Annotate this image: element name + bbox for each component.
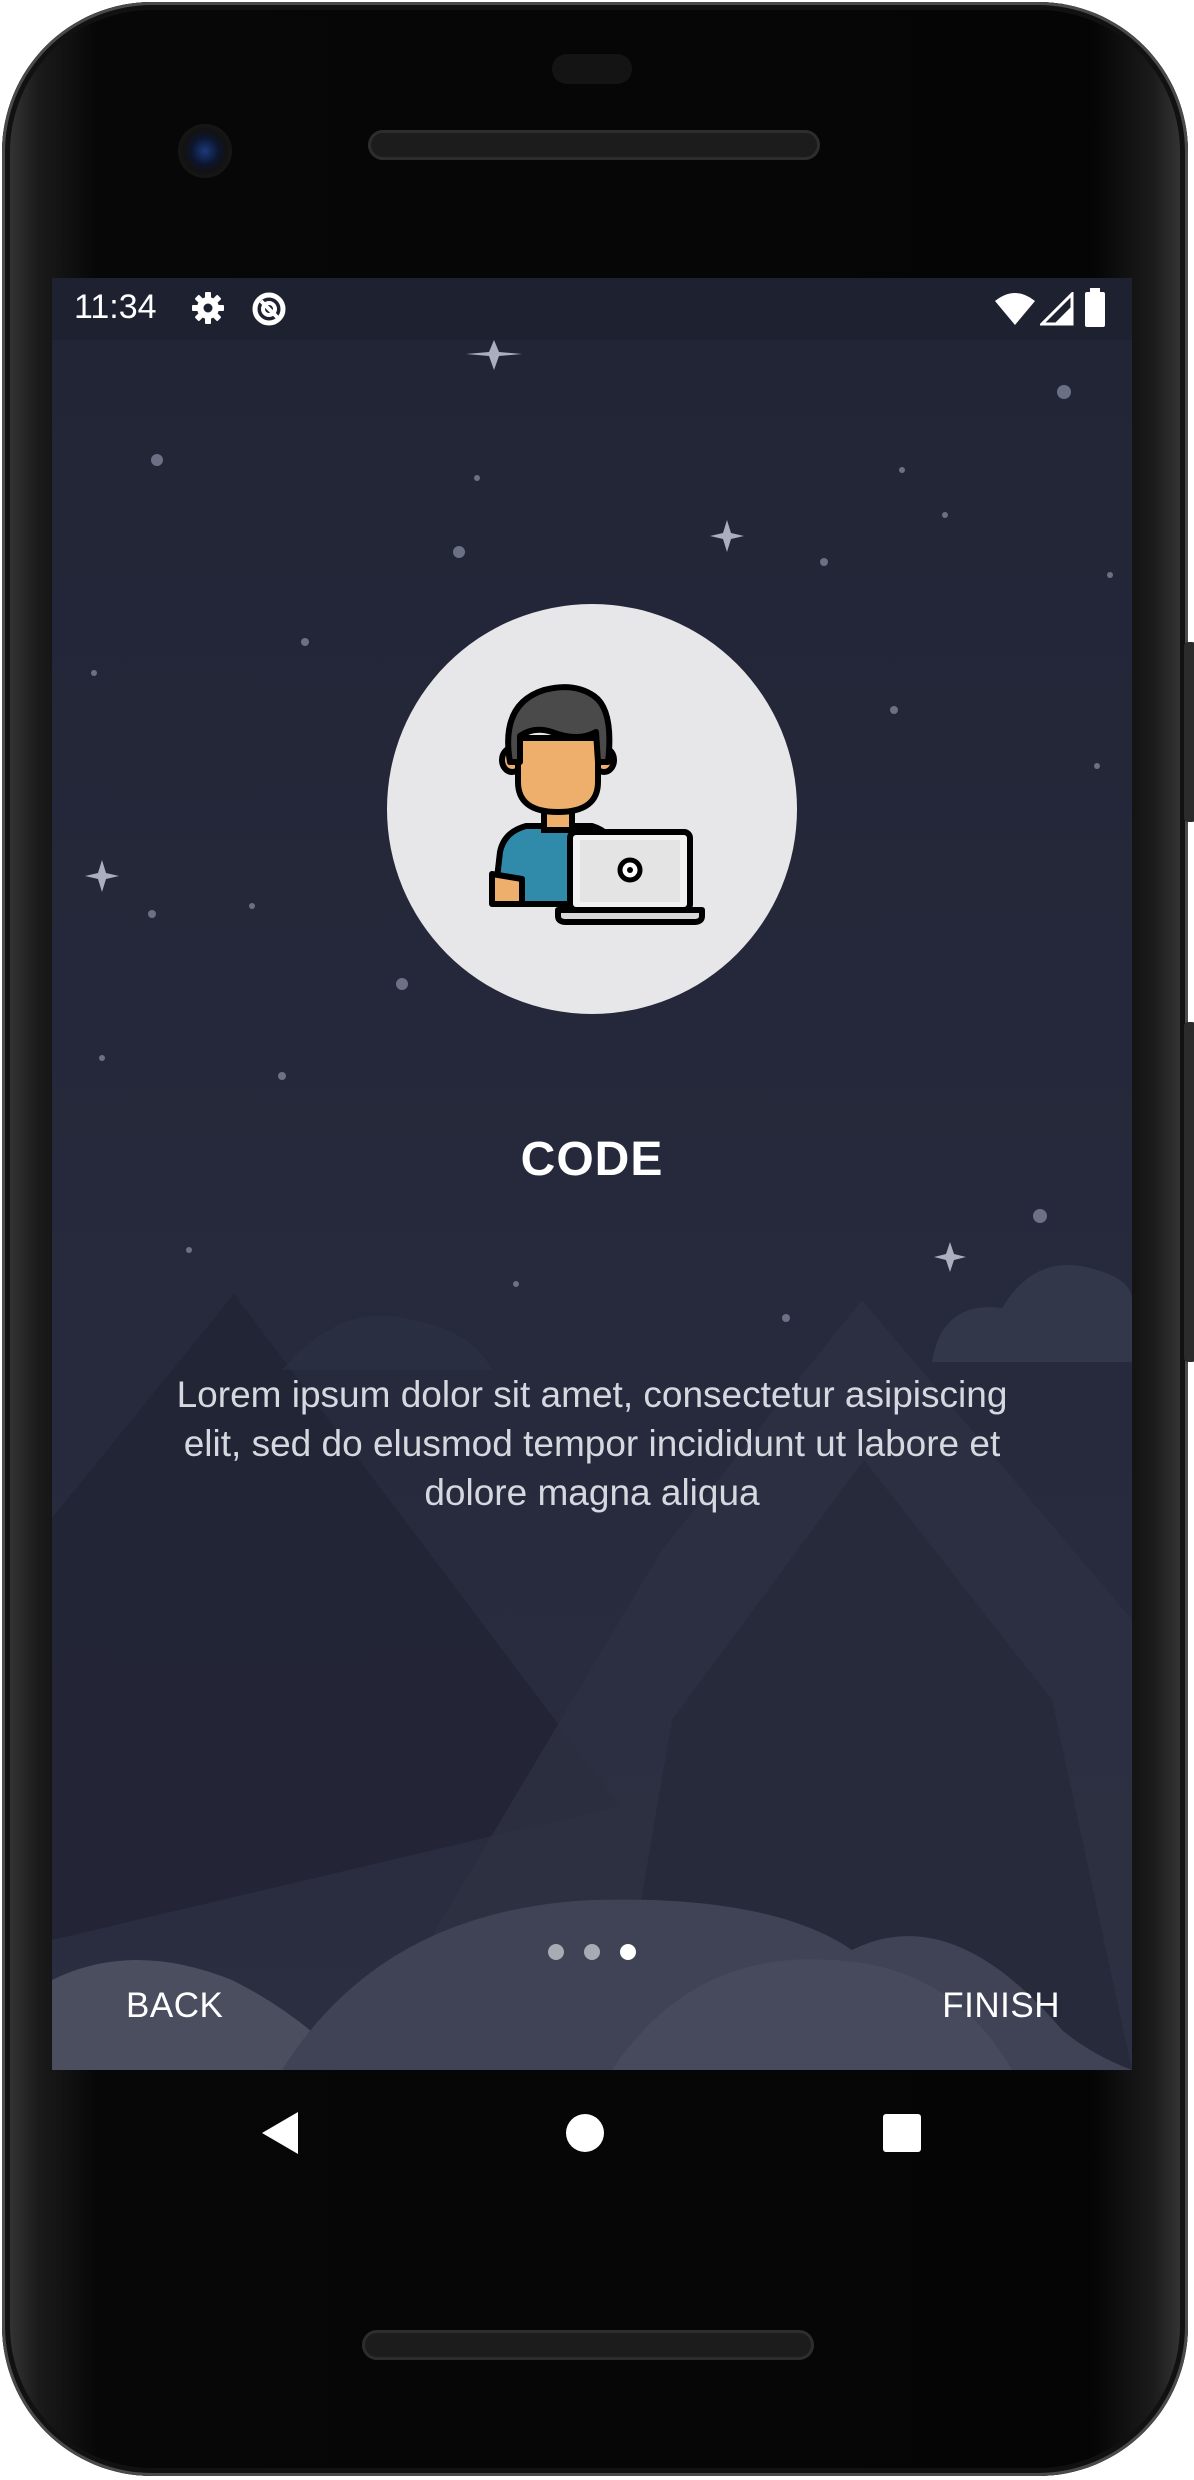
slide-description: Lorem ipsum dolor sit amet, consectetur …	[176, 1374, 1008, 1513]
back-button[interactable]: BACK	[126, 1986, 223, 2026]
night-landscape-background	[52, 340, 1132, 2070]
sensor-notch	[552, 54, 632, 84]
do-not-disturb-icon	[250, 290, 288, 333]
bottom-speaker	[362, 2330, 814, 2360]
page-dot	[547, 1944, 564, 1960]
status-bar: 11:34	[52, 278, 1132, 340]
power-button	[1184, 642, 1194, 822]
recents-square-icon[interactable]	[882, 2108, 922, 2163]
home-circle-icon[interactable]	[564, 2108, 606, 2163]
hero-illustration-circle	[387, 604, 797, 1014]
battery-icon	[1084, 288, 1106, 333]
front-camera	[178, 124, 232, 178]
gear-icon	[190, 290, 226, 331]
status-time: 11:34	[74, 288, 157, 326]
onboarding-slide: CODE Lorem ipsum dolor sit amet, consect…	[52, 340, 1132, 2070]
page-dot-active	[620, 1944, 637, 1960]
wifi-icon	[994, 292, 1036, 331]
developer-laptop-icon	[489, 684, 705, 925]
page-indicator	[52, 1944, 1132, 1965]
system-navigation-bar	[52, 2070, 1132, 2200]
finish-button[interactable]: FINISH	[942, 1986, 1060, 2026]
top-speaker	[368, 130, 820, 160]
signal-icon	[1038, 290, 1074, 331]
page-dot	[584, 1944, 600, 1960]
volume-button	[1184, 1022, 1194, 1362]
back-triangle-icon[interactable]	[258, 2108, 302, 2163]
slide-title: CODE	[520, 1133, 664, 1186]
screen: 11:34 CODE Lorem ipsum dolor sit amet, c…	[52, 278, 1132, 2070]
